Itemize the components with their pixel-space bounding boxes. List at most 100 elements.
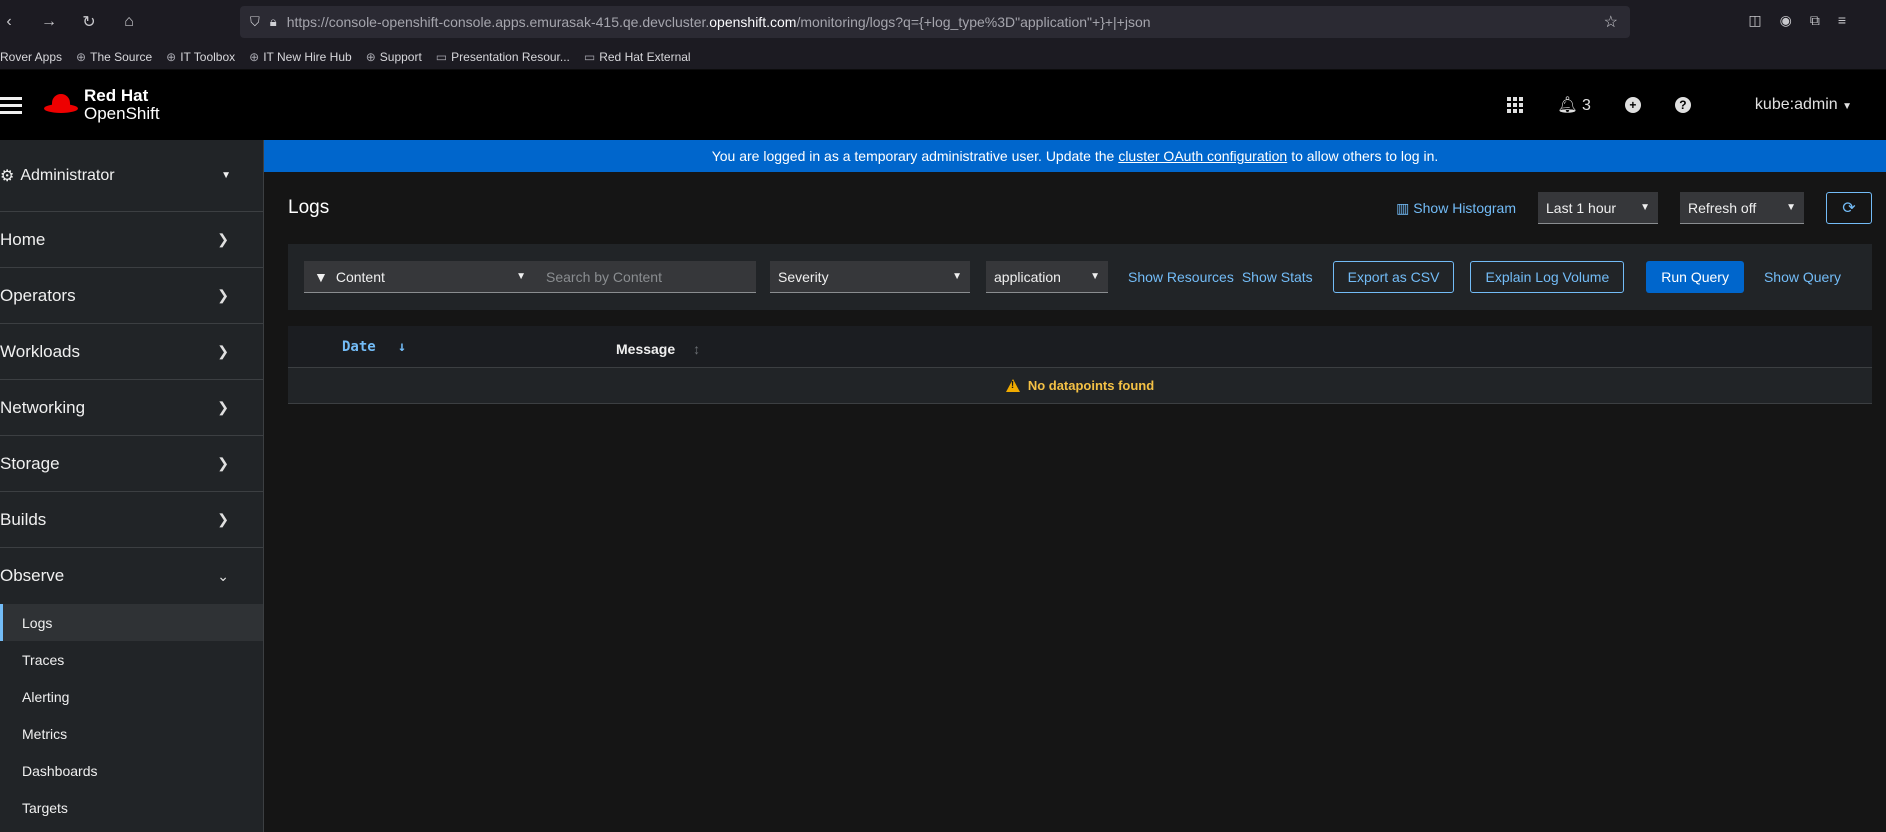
hamburger-icon[interactable] [0, 96, 22, 114]
app-launcher-icon[interactable] [1507, 97, 1524, 113]
globe-icon: ⊕ [166, 49, 177, 64]
sidebar-subitem-metrics[interactable]: Metrics [0, 715, 263, 752]
sidebar-subitem-targets[interactable]: Targets [0, 789, 263, 826]
folder-icon: ▭ [435, 49, 448, 64]
attribute-select[interactable]: ▼ Content ▼ [304, 261, 536, 293]
caret-down-icon: ▼ [1640, 202, 1650, 213]
sidebar: ⚙ Administrator ▼ Home ❯ Operators ❯ Worklo… [0, 140, 264, 832]
sidebar-subitem-dashboards[interactable]: Dashboards [0, 752, 263, 789]
user-name: kube:admin [1754, 96, 1838, 113]
sort-icon: ↕ [693, 340, 701, 357]
show-histogram-button[interactable]: ▥ Show Histogram [1396, 200, 1516, 217]
chart-bar-icon: ▥ [1396, 199, 1410, 216]
masthead-tools: 🔔︎ 3 + ? kube:admin ▼ [1507, 70, 1886, 140]
sidebar-item-operators[interactable]: Operators ❯ [0, 268, 263, 324]
bookmark-label: IT New Hire Hub [263, 49, 352, 64]
export-csv-button[interactable]: Export as CSV [1332, 261, 1455, 293]
bookmark-label: IT Toolbox [180, 49, 236, 64]
sidebar-item-builds[interactable]: Builds ❯ [0, 492, 263, 548]
content-filter-group: ▼ Content ▼ [304, 261, 756, 293]
sidebar-item-home[interactable]: Home ❯ [0, 212, 263, 268]
caret-down-icon: ▼ [1090, 271, 1100, 282]
show-stats-link[interactable]: Show Stats [1242, 269, 1313, 285]
perspective-switcher[interactable]: ⚙ Administrator ▼ [0, 140, 263, 212]
account-icon[interactable]: ◉ [1780, 12, 1792, 29]
bookmark-item[interactable]: ⊕ IT Toolbox [166, 50, 235, 64]
home-icon[interactable]: ⌂ [120, 13, 138, 31]
empty-state-text: No datapoints found [1027, 378, 1155, 393]
chevron-right-icon: ❯ [217, 231, 229, 247]
brand-logo[interactable]: Red Hat OpenShift [44, 87, 160, 123]
sidebar-item-networking[interactable]: Networking ❯ [0, 380, 263, 436]
banner-text: You are logged in as a temporary adminis… [711, 148, 1115, 164]
url-text[interactable]: https://console-openshift-console.apps.e… [287, 14, 1604, 30]
cogs-icon: ⚙ [0, 167, 15, 185]
caret-down-icon: ▼ [516, 271, 526, 282]
bookmark-star-icon[interactable]: ☆ [1604, 12, 1618, 32]
sync-icon: ⟳ [1842, 200, 1856, 217]
bookmark-label: Support [379, 49, 422, 64]
back-icon[interactable]: ‹ [0, 13, 18, 31]
run-query-button[interactable]: Run Query [1646, 261, 1744, 293]
refresh-interval-select[interactable]: Refresh off ▼ [1680, 192, 1804, 224]
url-suffix: /monitoring/logs?q={+log_type%3D"applica… [796, 14, 1151, 30]
bookmark-item[interactable]: Rover Apps [0, 50, 62, 64]
extensions-icon[interactable]: ⧉ [1810, 12, 1820, 29]
sidebar-subitem-label: Dashboards [22, 762, 98, 779]
caret-down-icon: ▼ [221, 170, 231, 181]
bookmark-label: Red Hat External [599, 49, 691, 64]
sidebar-subitem-logs[interactable]: Logs [0, 604, 263, 641]
bookmark-item[interactable]: ⊕ The Source [76, 50, 152, 64]
redhat-logo-icon [44, 94, 78, 116]
query-toolbar: ▼ Content ▼ Severity ▼ application ▼ Show R… [288, 244, 1872, 310]
tenant-select[interactable]: application ▼ [986, 261, 1108, 293]
explain-log-volume-button[interactable]: Explain Log Volume [1470, 261, 1625, 293]
add-icon[interactable]: + [1624, 97, 1641, 113]
sidebar-item-observe[interactable]: Observe ⌄ [0, 548, 263, 604]
sidebar-subitem-alerting[interactable]: Alerting [0, 678, 263, 715]
bookmark-item[interactable]: ▭ Presentation Resour... [436, 50, 570, 64]
column-header-message[interactable]: Message ↕ [616, 337, 700, 357]
address-bar[interactable]: ⛉ 🔒︎ https://console-openshift-console.a… [240, 6, 1630, 38]
sidebar-item-label: Home [0, 229, 46, 249]
user-menu[interactable]: kube:admin ▼ [1755, 96, 1852, 114]
browser-extensions: ◫ ◉ ⧉ ≡ [1748, 12, 1886, 29]
sidebar-subitem-traces[interactable]: Traces [0, 641, 263, 678]
time-range-value: Last 1 hour [1546, 199, 1617, 216]
notifications-button[interactable]: 🔔︎ 3 [1557, 95, 1591, 115]
sidebar-subitem-label: Traces [22, 651, 65, 668]
column-header-date[interactable]: Date ↓ [288, 339, 616, 355]
reload-icon[interactable]: ↻ [80, 12, 98, 32]
shield-icon: ⛉ [250, 14, 260, 29]
message-header-label: Message [616, 340, 676, 357]
notification-count: 3 [1582, 97, 1591, 114]
bookmark-label: Rover Apps [0, 49, 63, 64]
content-search-input[interactable] [536, 261, 756, 293]
forward-icon[interactable]: → [40, 13, 58, 31]
refresh-button[interactable]: ⟳ [1826, 192, 1872, 224]
oauth-config-link[interactable]: cluster OAuth configuration [1118, 148, 1287, 164]
menu-icon[interactable]: ≡ [1838, 12, 1846, 29]
filter-icon: ▼ [314, 268, 328, 285]
globe-icon: ⊕ [249, 49, 260, 64]
bookmark-item[interactable]: ⊕ IT New Hire Hub [249, 50, 352, 64]
severity-select[interactable]: Severity ▼ [770, 261, 970, 293]
time-range-select[interactable]: Last 1 hour ▼ [1538, 192, 1658, 224]
sidebar-item-label: Networking [0, 397, 86, 417]
show-resources-link[interactable]: Show Resources [1128, 269, 1234, 285]
show-query-link[interactable]: Show Query [1764, 269, 1841, 285]
chevron-right-icon: ❯ [217, 455, 229, 471]
bookmark-item[interactable]: ⊕ Support [366, 50, 422, 64]
pocket-icon[interactable]: ◫ [1748, 12, 1761, 29]
folder-icon: ▭ [583, 49, 596, 64]
help-icon[interactable]: ? [1674, 97, 1691, 113]
sidebar-item-storage[interactable]: Storage ❯ [0, 436, 263, 492]
bookmark-item[interactable]: ▭ Red Hat External [584, 50, 691, 64]
bookmarks-bar: Rover Apps ⊕ The Source ⊕ IT Toolbox ⊕ IT N… [0, 44, 1886, 70]
sidebar-item-label: Storage [0, 453, 60, 473]
caret-down-icon: ▼ [1842, 101, 1852, 112]
cluster-banner: You are logged in as a temporary adminis… [264, 140, 1886, 172]
sidebar-item-workloads[interactable]: Workloads ❯ [0, 324, 263, 380]
sidebar-subitem-label: Logs [22, 614, 53, 631]
page-title: Logs [288, 197, 330, 218]
